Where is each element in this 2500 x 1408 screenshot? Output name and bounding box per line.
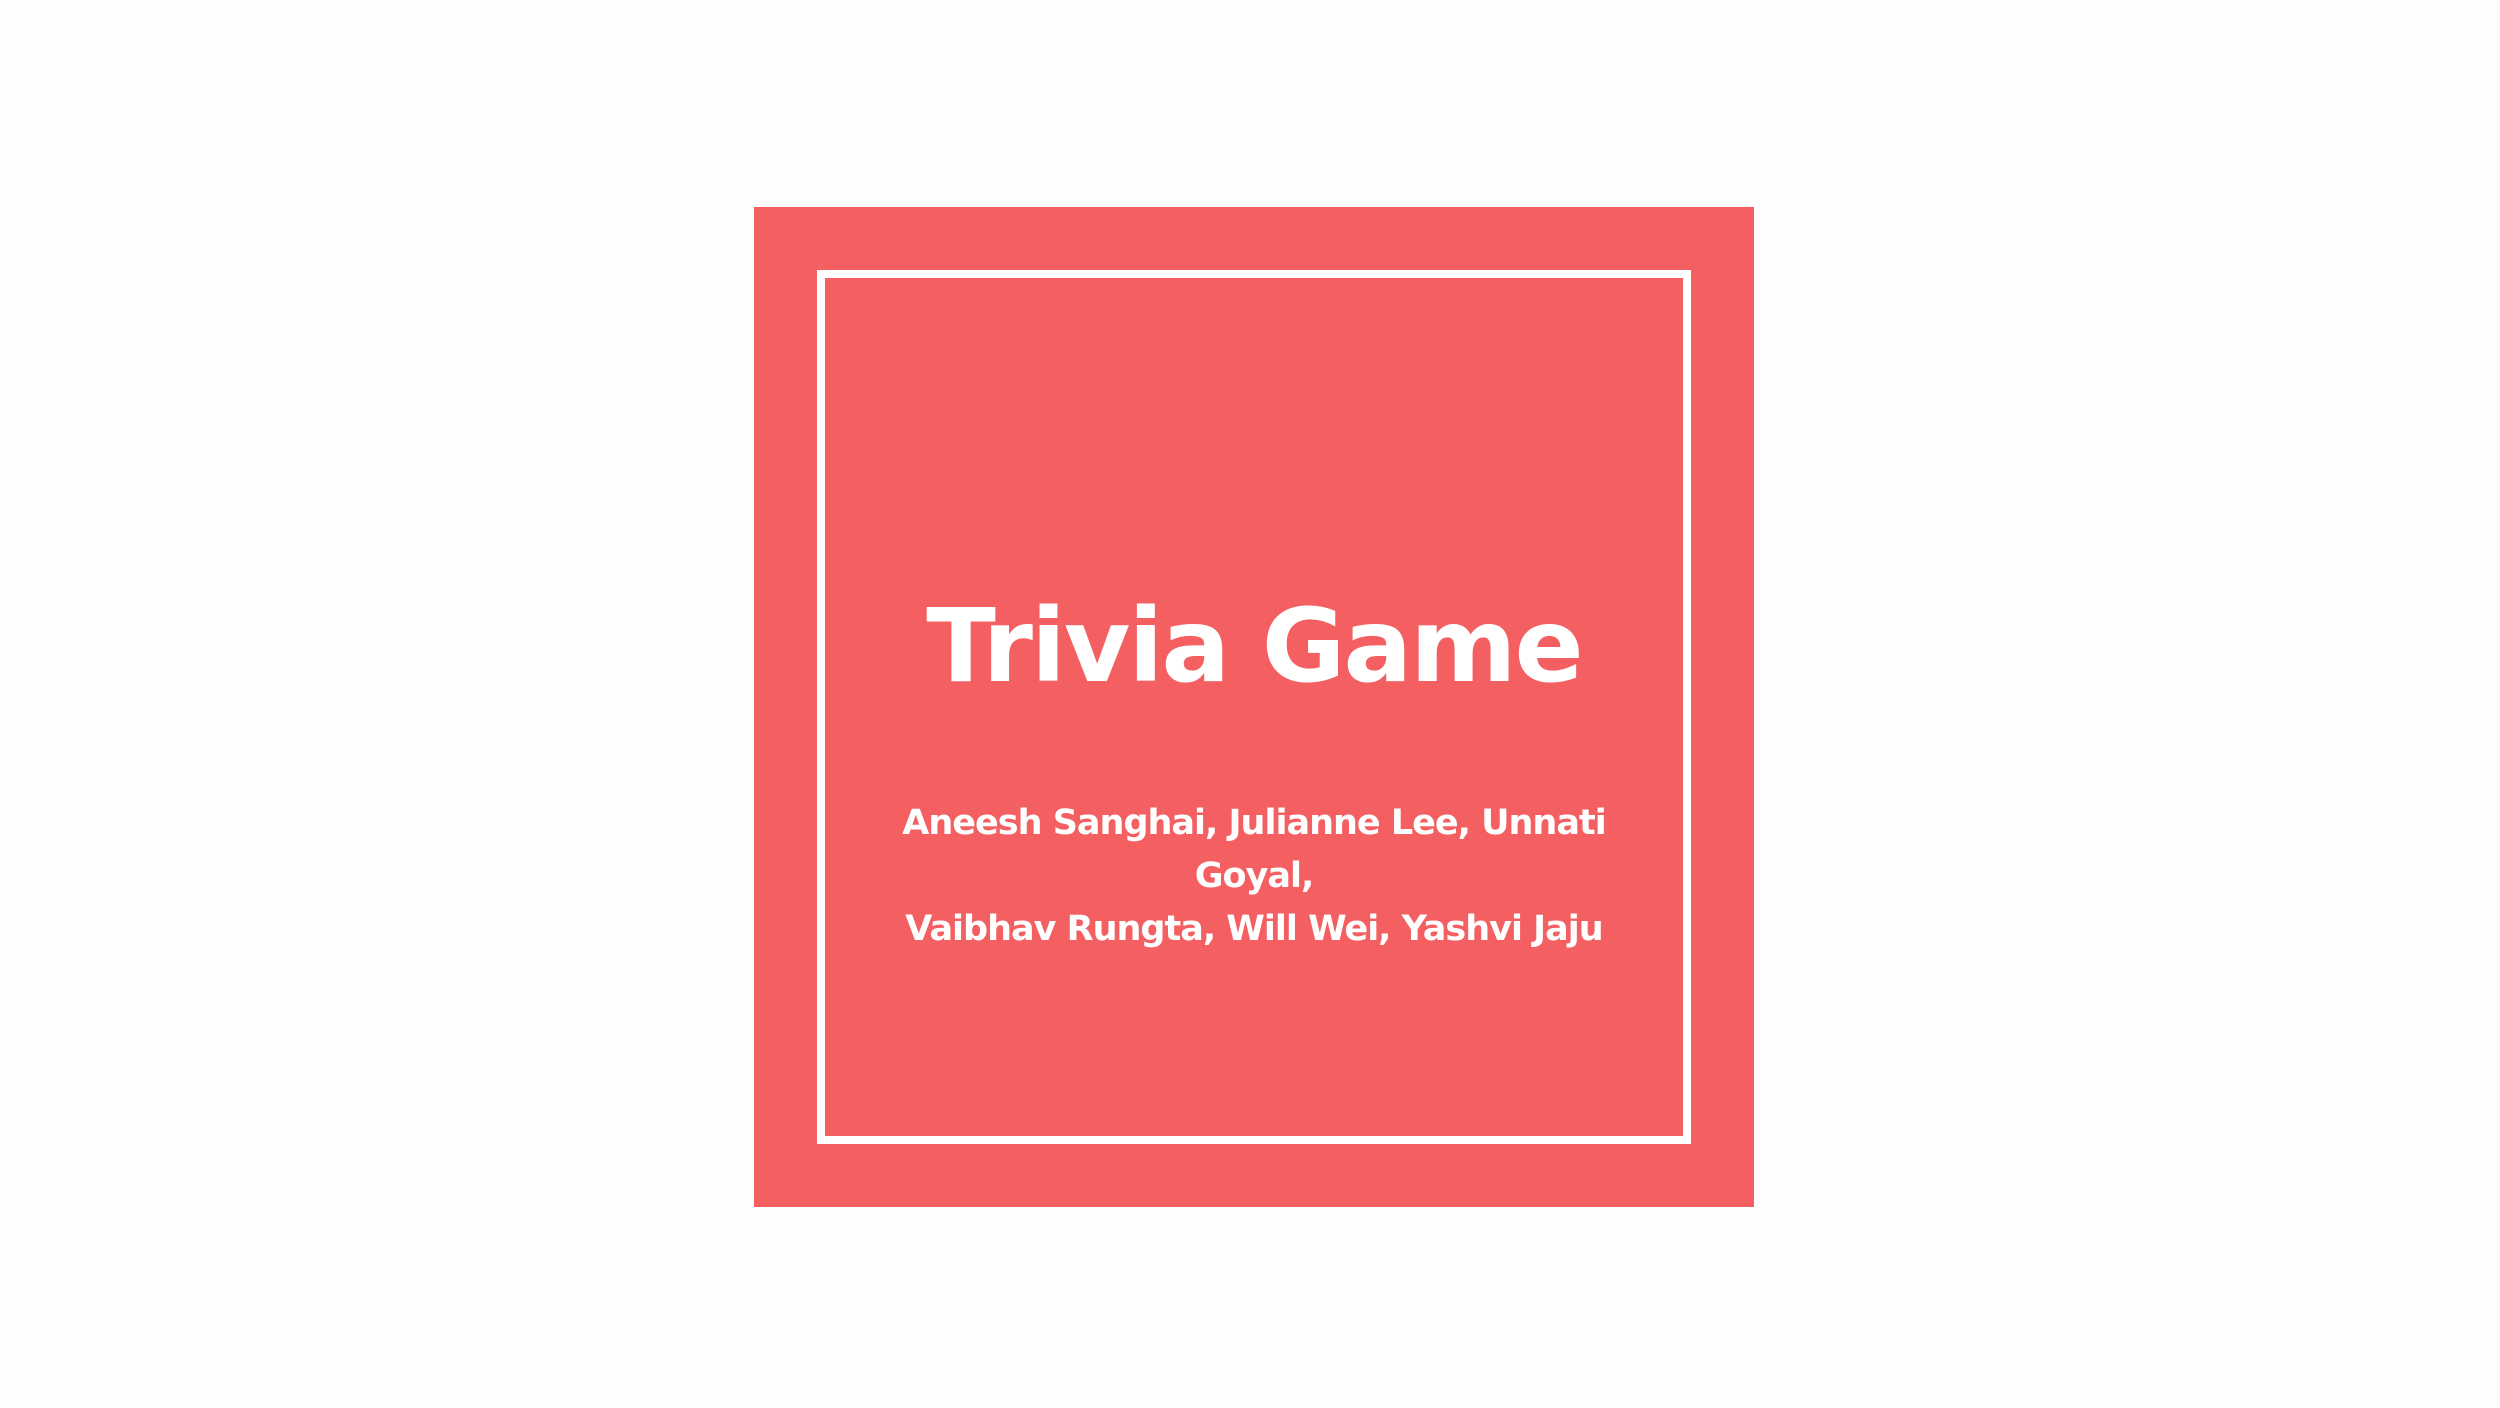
card-inner-frame <box>817 270 1691 1144</box>
title-card: Trivia Game Aneesh Sanghai, Julianne Lee… <box>754 207 1754 1207</box>
slide: Trivia Game Aneesh Sanghai, Julianne Lee… <box>0 0 2500 1408</box>
authors-line-1: Aneesh Sanghai, Julianne Lee, Unnati Goy… <box>902 803 1606 896</box>
slide-title: Trivia Game <box>926 587 1583 706</box>
authors-text: Aneesh Sanghai, Julianne Lee, Unnati Goy… <box>854 797 1654 956</box>
authors-line-2: Vaibhav Rungta, Will Wei, Yashvi Jaju <box>905 909 1603 949</box>
